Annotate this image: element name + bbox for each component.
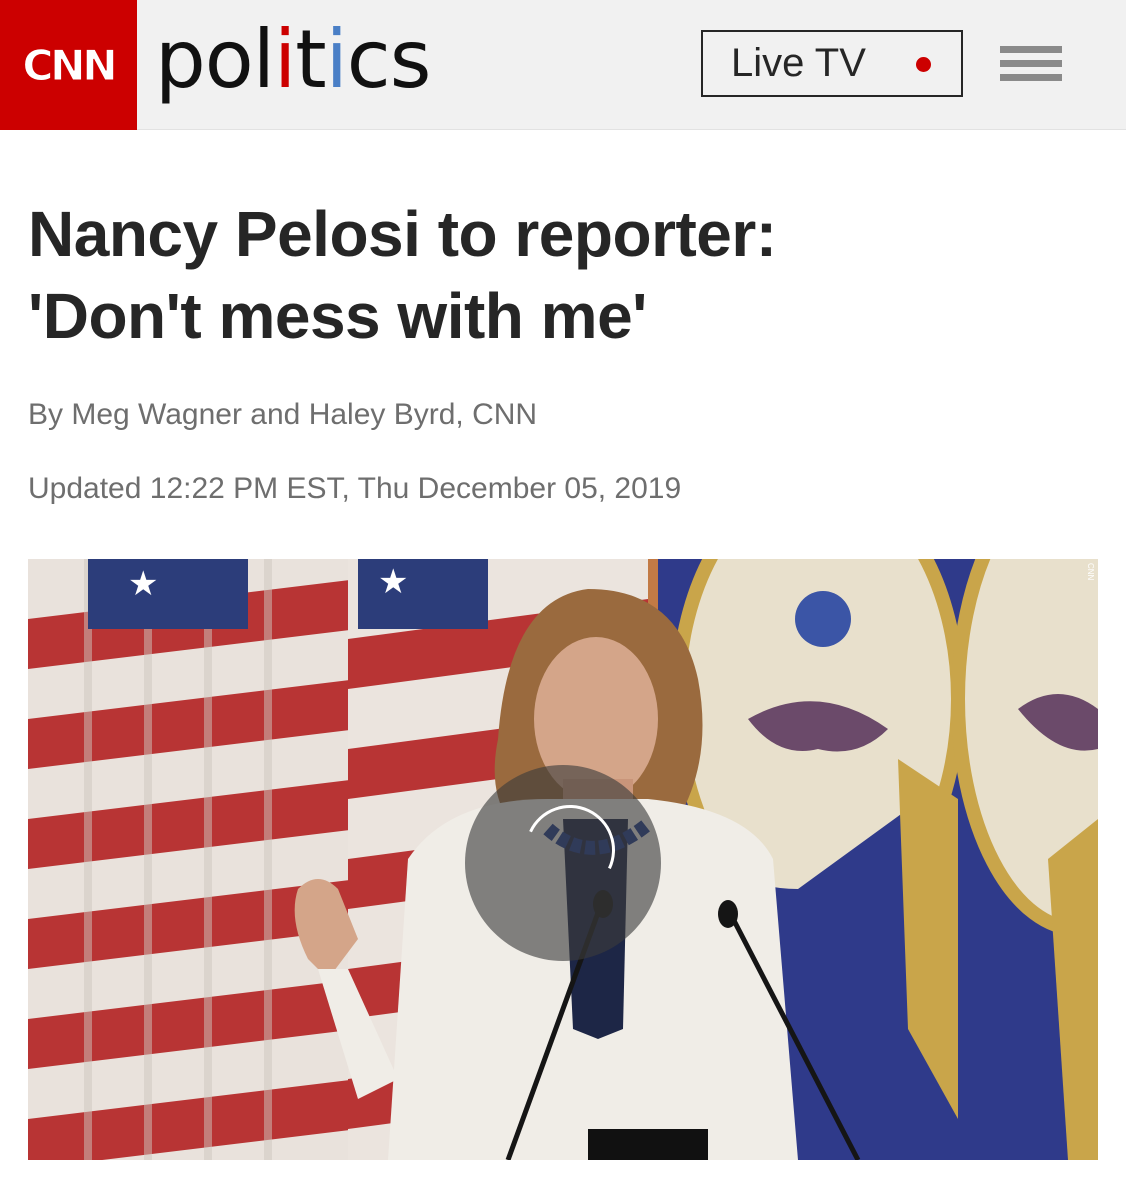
- menu-bar: [1000, 60, 1062, 67]
- menu-bar: [1000, 74, 1062, 81]
- site-header: CNN politics Live TV: [0, 0, 1126, 130]
- hamburger-menu-icon[interactable]: [1000, 46, 1062, 86]
- section-title-part: i: [325, 13, 348, 106]
- section-title-part: cs: [346, 13, 432, 106]
- article-timestamp: Updated 12:22 PM EST, Thu December 05, 2…: [28, 472, 682, 505]
- live-tv-button[interactable]: Live TV: [701, 30, 963, 97]
- cnn-logo[interactable]: CNN: [0, 0, 137, 130]
- live-tv-label: Live TV: [731, 41, 866, 85]
- section-title-part: pol: [155, 13, 275, 106]
- menu-bar: [1000, 46, 1062, 53]
- video-player[interactable]: ★ ★ CNN: [28, 559, 1098, 1160]
- video-watermark: CNN: [1086, 563, 1095, 581]
- svg-text:★: ★: [378, 562, 408, 602]
- headline-line-2: 'Don't mess with me': [28, 280, 647, 352]
- american-flag-left: ★: [28, 559, 358, 1160]
- article-headline: Nancy Pelosi to reporter: 'Don't mess wi…: [28, 193, 1098, 357]
- svg-text:★: ★: [128, 564, 158, 604]
- section-title-politics[interactable]: politics: [155, 12, 432, 112]
- headline-line-1: Nancy Pelosi to reporter:: [28, 198, 777, 270]
- spinner-arc: [512, 792, 628, 908]
- article-byline: By Meg Wagner and Haley Byrd, CNN: [28, 398, 538, 431]
- section-title-part: i: [273, 13, 296, 106]
- cnn-logo-text: CNN: [22, 40, 118, 90]
- loading-spinner-icon: [465, 765, 661, 961]
- section-title-part: t: [295, 13, 326, 106]
- live-indicator-dot-icon: [916, 57, 931, 72]
- house-seal-flag-right: [951, 559, 1098, 1160]
